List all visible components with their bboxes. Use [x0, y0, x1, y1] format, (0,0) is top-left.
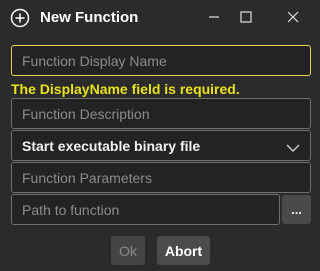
function-type-select[interactable]: Start executable binary file	[11, 130, 311, 161]
window-title: New Function	[40, 9, 139, 26]
minimize-button[interactable]	[200, 4, 228, 30]
minimize-icon	[208, 11, 220, 23]
plus-circle-icon	[10, 8, 30, 28]
description-input[interactable]: Function Description	[11, 98, 311, 129]
path-placeholder: Path to function	[22, 202, 120, 218]
description-placeholder: Function Description	[22, 106, 150, 122]
parameters-input[interactable]: Function Parameters	[11, 162, 311, 193]
close-button[interactable]	[279, 4, 307, 30]
close-icon	[287, 11, 299, 23]
display-name-input[interactable]: Function Display Name	[11, 45, 311, 76]
browse-button[interactable]: ...	[282, 195, 311, 224]
chevron-down-icon	[286, 140, 300, 156]
maximize-icon	[240, 11, 252, 23]
maximize-button[interactable]	[232, 4, 260, 30]
abort-button[interactable]: Abort	[157, 236, 210, 265]
parameters-placeholder: Function Parameters	[22, 170, 152, 186]
display-name-placeholder: Function Display Name	[22, 53, 167, 69]
path-input[interactable]: Path to function	[11, 194, 280, 225]
validation-error: The DisplayName field is required.	[11, 81, 240, 97]
ok-button[interactable]: Ok	[111, 236, 145, 265]
function-type-value: Start executable binary file	[22, 138, 201, 154]
title-bar: New Function	[0, 0, 316, 36]
